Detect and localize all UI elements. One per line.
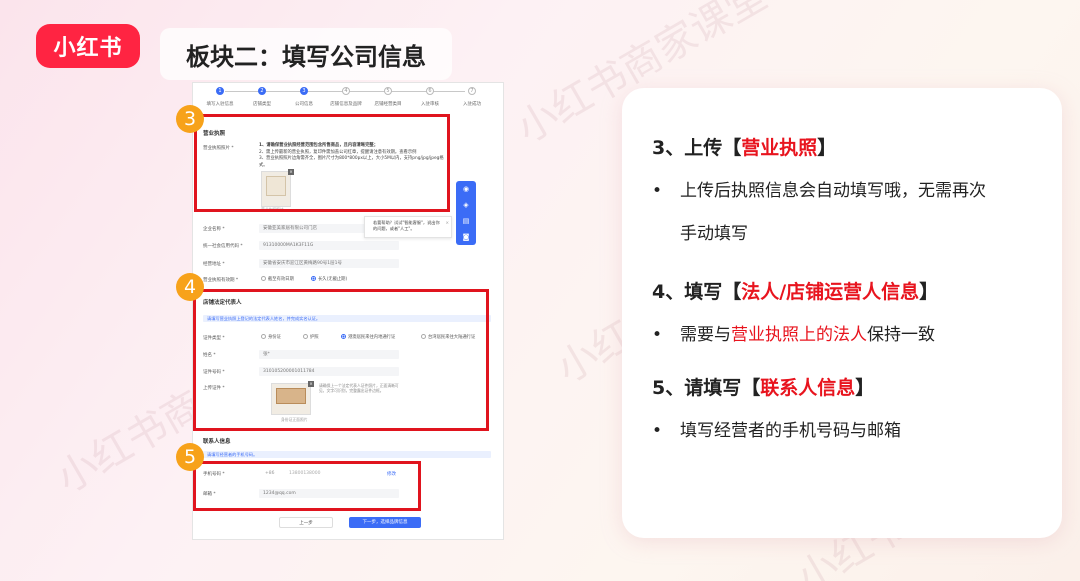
prev-button[interactable]: 上一步 [279, 517, 333, 528]
address-field[interactable]: 安徽省安庆市迎江区黄梅路90号1层1号 [259, 259, 399, 268]
tool-icon[interactable]: ◉ [456, 181, 476, 197]
page-title: 板块二：填写公司信息 [160, 28, 452, 80]
step-2: 2 店铺类型 [253, 87, 271, 107]
step-6: 6 入驻审核 [421, 87, 439, 107]
step-badge-3: 3 [176, 105, 204, 133]
xiaohongshu-logo: 小红书 [36, 24, 140, 68]
help-tooltip: 若要帮助？试试"智能客服"，说出你的问题，或者"人工"。 × [364, 216, 452, 238]
heading-legal: 4、填写【法人/店铺运营人信息】 [652, 281, 939, 303]
bullet-license: • 上传后执照信息会自动填写哦，无需再次 手动填写 [652, 181, 986, 244]
bullet-legal: • 需要与营业执照上的法人保持一致 [652, 325, 935, 345]
step-1: 1 填写入驻信息 [206, 87, 234, 107]
validity-label: 营业执照有效期 * [203, 278, 239, 283]
side-toolbar: ◉ ◈ ▤ ◙ [456, 181, 476, 245]
address-label: 经营地址 * [203, 262, 225, 267]
credit-code-label: 统一社会信用代码 * [203, 244, 243, 249]
heading-license: 3、上传【营业执照】 [652, 137, 837, 159]
tool-icon[interactable]: ◈ [456, 197, 476, 213]
step-4: 4 店铺信息及品牌 [330, 87, 362, 107]
contact-info-bar: 请填写经营者的手机号码。 [203, 451, 491, 458]
step-badge-4: 4 [176, 273, 204, 301]
highlight-legal [193, 289, 489, 431]
progress-steps: 1 填写入驻信息 2 店铺类型 3 公司信息 4 店铺信息及品牌 5 店铺经营类目 6 入驻… [199, 87, 499, 109]
tool-icon[interactable]: ◙ [456, 229, 476, 245]
step-5: 5 店铺经营类目 [374, 87, 402, 107]
tool-icon[interactable]: ▤ [456, 213, 476, 229]
step-badge-5: 5 [176, 443, 204, 471]
validity-radio-dated[interactable]: 截至有效日期 [261, 276, 294, 282]
next-button[interactable]: 下一步，选择品牌信息 [349, 517, 421, 528]
step-7: 7 入驻成功 [463, 87, 481, 107]
highlight-license [194, 114, 450, 212]
highlight-contact [193, 461, 421, 511]
heading-contact: 5、请填写【联系人信息】 [652, 377, 875, 399]
instructions-card: 3、上传【营业执照】 • 上传后执照信息会自动填写哦，无需再次 手动填写 4、填写… [622, 88, 1062, 538]
credit-code-field[interactable]: 91310000MA1K3F11G [259, 241, 399, 250]
contact-section-title: 联系人信息 [203, 439, 231, 445]
company-name-label: 企业名称 * [203, 227, 225, 232]
step-3: 3 公司信息 [295, 87, 313, 107]
bullet-contact: • 填写经营者的手机号码与邮箱 [652, 421, 901, 441]
validity-radio-permanent[interactable]: 长久(无截止期) [311, 276, 347, 282]
close-icon[interactable]: × [445, 220, 449, 226]
